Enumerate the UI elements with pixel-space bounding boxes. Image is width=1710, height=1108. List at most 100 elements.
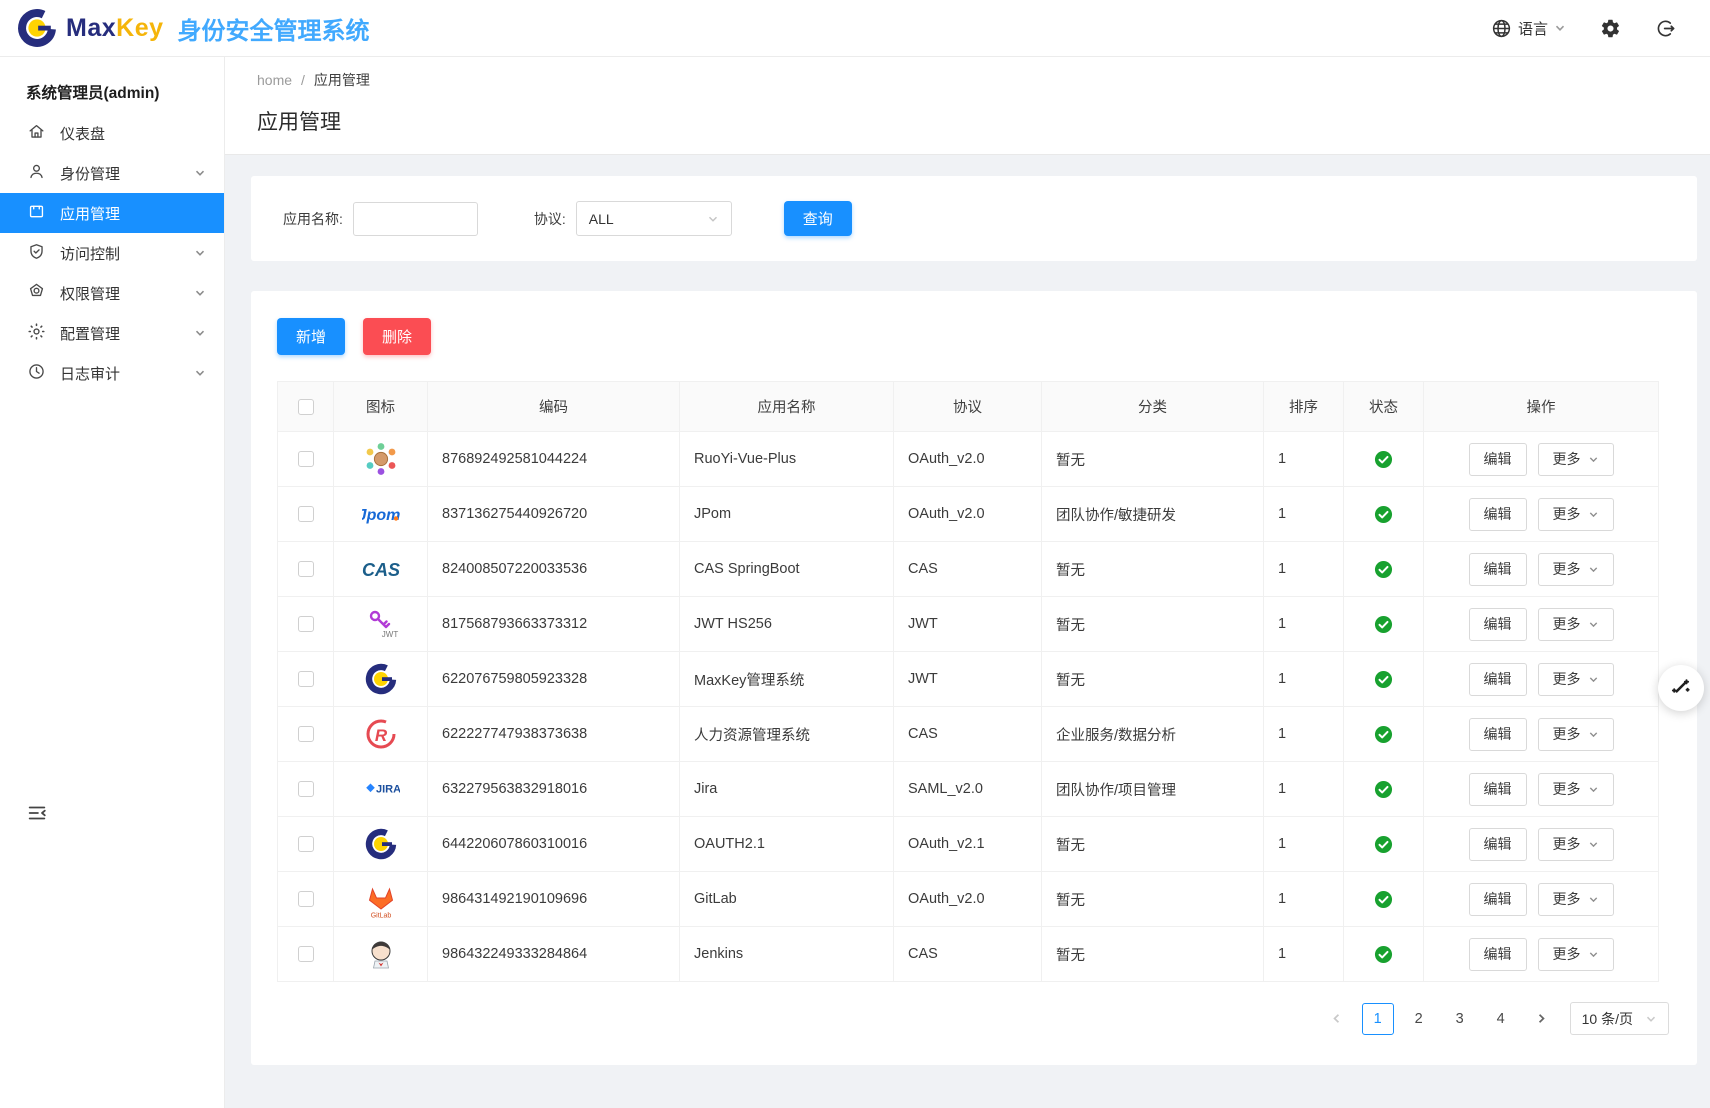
sort-cell: 1 xyxy=(1264,762,1344,817)
more-button[interactable]: 更多 xyxy=(1538,663,1614,696)
edit-button[interactable]: 编辑 xyxy=(1469,828,1527,861)
sidebar-item-permissions[interactable]: 权限管理 xyxy=(0,273,224,313)
app-name-cell: CAS SpringBoot xyxy=(680,542,894,597)
row-checkbox[interactable] xyxy=(298,506,314,522)
status-enabled-icon xyxy=(1344,780,1423,799)
edit-button[interactable]: 编辑 xyxy=(1469,663,1527,696)
more-button[interactable]: 更多 xyxy=(1538,443,1614,476)
language-switcher[interactable]: 语言 xyxy=(1491,18,1566,39)
breadcrumb-home-link[interactable]: home xyxy=(257,72,292,88)
magic-wand-icon xyxy=(1669,676,1693,700)
row-checkbox[interactable] xyxy=(298,451,314,467)
status-cell xyxy=(1344,432,1424,487)
row-checkbox[interactable] xyxy=(298,561,314,577)
app-name-input[interactable] xyxy=(353,202,478,236)
table-row: 986432249333284864 Jenkins CAS 暂无 1 编辑 更… xyxy=(278,927,1659,982)
app-code-cell: 876892492581044224 xyxy=(428,432,680,487)
edit-button[interactable]: 编辑 xyxy=(1469,773,1527,806)
more-button[interactable]: 更多 xyxy=(1538,553,1614,586)
more-button[interactable]: 更多 xyxy=(1538,498,1614,531)
gitlab-logo-icon: GitLab xyxy=(362,880,400,918)
theme-customizer-button[interactable] xyxy=(1658,665,1704,711)
status-cell xyxy=(1344,652,1424,707)
app-header: MaxKey 身份安全管理系统 语言 xyxy=(0,0,1710,57)
edit-button[interactable]: 编辑 xyxy=(1469,718,1527,751)
column-header: 图标 xyxy=(334,382,428,432)
cas-logo-icon: CAS xyxy=(362,550,400,588)
column-header: 应用名称 xyxy=(680,382,894,432)
sidebar: 系统管理员(admin) 仪表盘 身份管理 应用管理 访问控制 权限管理 配置管… xyxy=(0,57,225,1108)
edit-button[interactable]: 编辑 xyxy=(1469,443,1527,476)
category-cell: 企业服务/数据分析 xyxy=(1042,707,1264,762)
table-row: CAS 824008507220033536 CAS SpringBoot CA… xyxy=(278,542,1659,597)
sidebar-collapse-icon[interactable] xyxy=(26,802,48,824)
protocol-select-value: ALL xyxy=(589,211,614,227)
protocol-select[interactable]: ALL xyxy=(576,201,732,236)
breadcrumb: home / 应用管理 xyxy=(257,70,1678,90)
pagination-page-4[interactable]: 4 xyxy=(1485,1003,1517,1035)
pagination-prev-button[interactable] xyxy=(1321,1003,1353,1035)
actions-cell: 编辑 更多 xyxy=(1424,707,1659,762)
sidebar-item-audit[interactable]: 日志审计 xyxy=(0,353,224,393)
sidebar-item-label: 身份管理 xyxy=(60,163,180,184)
sidebar-item-apps[interactable]: 应用管理 xyxy=(0,193,224,233)
chevron-down-icon xyxy=(194,287,206,299)
sidebar-item-config[interactable]: 配置管理 xyxy=(0,313,224,353)
more-button[interactable]: 更多 xyxy=(1538,608,1614,641)
row-checkbox[interactable] xyxy=(298,726,314,742)
more-button[interactable]: 更多 xyxy=(1538,718,1614,751)
sidebar-item-access[interactable]: 访问控制 xyxy=(0,233,224,273)
edit-button[interactable]: 编辑 xyxy=(1469,608,1527,641)
row-checkbox[interactable] xyxy=(298,616,314,632)
sort-cell: 1 xyxy=(1264,542,1344,597)
protocol-cell: OAuth_v2.0 xyxy=(894,872,1042,927)
pagination-next-button[interactable] xyxy=(1526,1003,1558,1035)
more-button[interactable]: 更多 xyxy=(1538,883,1614,916)
app-name-cell: RuoYi-Vue-Plus xyxy=(680,432,894,487)
settings-icon[interactable] xyxy=(1600,18,1621,39)
sidebar-menu: 仪表盘 身份管理 应用管理 访问控制 权限管理 配置管理 日志审计 xyxy=(0,113,224,393)
edit-button[interactable]: 编辑 xyxy=(1469,498,1527,531)
page-size-select[interactable]: 10 条/页 xyxy=(1570,1002,1669,1035)
row-checkbox[interactable] xyxy=(298,781,314,797)
home-icon xyxy=(27,122,46,145)
pagination-page-1[interactable]: 1 xyxy=(1362,1003,1394,1035)
delete-button[interactable]: 删除 xyxy=(363,318,431,355)
more-button[interactable]: 更多 xyxy=(1538,828,1614,861)
logout-icon[interactable] xyxy=(1655,18,1676,39)
search-button[interactable]: 查询 xyxy=(784,201,852,236)
add-button[interactable]: 新增 xyxy=(277,318,345,355)
app-code-cell: 824008507220033536 xyxy=(428,542,680,597)
table-toolbar: 新增 删除 xyxy=(277,318,1671,355)
category-cell: 暂无 xyxy=(1042,597,1264,652)
protocol-cell: OAuth_v2.0 xyxy=(894,487,1042,542)
row-checkbox[interactable] xyxy=(298,891,314,907)
edit-button[interactable]: 编辑 xyxy=(1469,938,1527,971)
actions-cell: 编辑 更多 xyxy=(1424,927,1659,982)
table-row: R 622227747938373638 人力资源管理系统 CAS 企业服务/数… xyxy=(278,707,1659,762)
pagination-page-2[interactable]: 2 xyxy=(1403,1003,1435,1035)
pagination-page-3[interactable]: 3 xyxy=(1444,1003,1476,1035)
more-button[interactable]: 更多 xyxy=(1538,773,1614,806)
sidebar-item-dashboard[interactable]: 仪表盘 xyxy=(0,113,224,153)
protocol-cell: CAS xyxy=(894,542,1042,597)
sidebar-item-identity[interactable]: 身份管理 xyxy=(0,153,224,193)
chevron-down-icon xyxy=(194,367,206,379)
sidebar-item-label: 配置管理 xyxy=(60,323,180,344)
app-name-label: 应用名称: xyxy=(283,209,343,229)
sort-cell: 1 xyxy=(1264,597,1344,652)
select-all-checkbox[interactable] xyxy=(298,399,314,415)
protocol-label: 协议: xyxy=(534,209,566,229)
edit-button[interactable]: 编辑 xyxy=(1469,553,1527,586)
actions-cell: 编辑 更多 xyxy=(1424,542,1659,597)
shield-icon xyxy=(27,242,46,265)
row-checkbox[interactable] xyxy=(298,671,314,687)
actions-cell: 编辑 更多 xyxy=(1424,432,1659,487)
table-body: 876892492581044224 RuoYi-Vue-Plus OAuth_… xyxy=(278,432,1659,982)
protocol-cell: CAS xyxy=(894,707,1042,762)
more-button[interactable]: 更多 xyxy=(1538,938,1614,971)
row-checkbox[interactable] xyxy=(298,836,314,852)
row-checkbox[interactable] xyxy=(298,946,314,962)
category-cell: 暂无 xyxy=(1042,432,1264,487)
edit-button[interactable]: 编辑 xyxy=(1469,883,1527,916)
